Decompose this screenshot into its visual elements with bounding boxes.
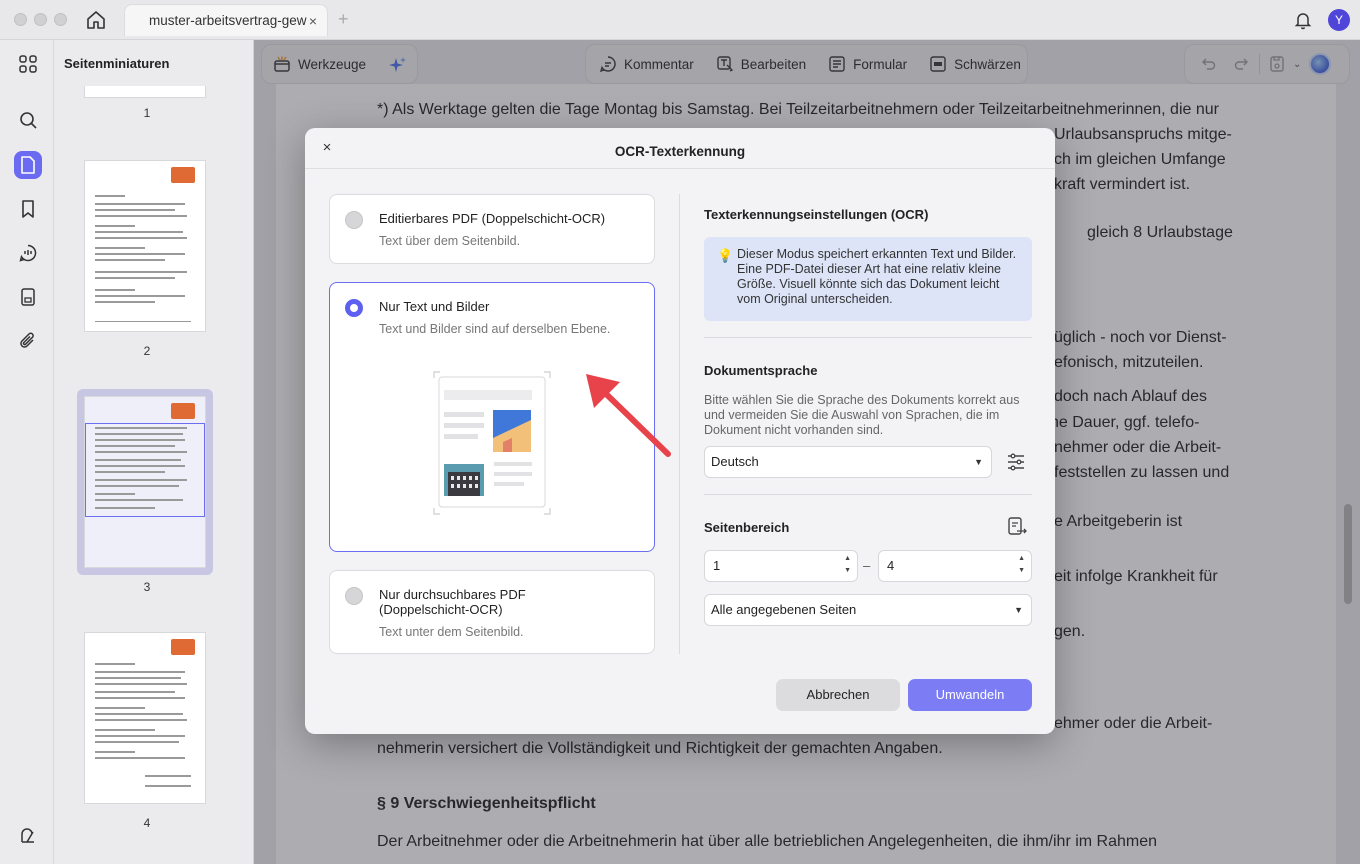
stepper-arrows-icon[interactable]: ▲ ▼ <box>844 553 851 577</box>
page-thumbnail-2[interactable] <box>84 160 206 332</box>
close-window-button[interactable] <box>14 13 27 26</box>
home-icon[interactable] <box>84 8 108 32</box>
language-select[interactable]: Deutsch ▼ <box>704 446 992 478</box>
lightbulb-icon: 💡 <box>717 248 734 263</box>
title-bar: muster-arbeitsvertrag-gew × + Y <box>0 0 1360 40</box>
thumbnail-panel: Seitenminiaturen 1 2 3 4 <box>54 40 302 864</box>
dialog-title: OCR-Texterkennung <box>614 144 746 159</box>
convert-button[interactable]: Umwandeln <box>908 679 1032 711</box>
annotation-arrow <box>586 374 671 457</box>
page-number-1: 1 <box>143 106 151 120</box>
page-number-4: 4 <box>143 816 151 830</box>
option-searchable-pdf-title: Nur durchsuchbares PDF (Doppelschicht-OC… <box>379 587 526 617</box>
cancel-button[interactable]: Abbrechen <box>776 679 900 711</box>
option-editable-pdf-subtitle: Text über dem Seitenbild. <box>379 234 521 248</box>
search-icon[interactable] <box>14 106 42 134</box>
page-range-to-value: 4 <box>887 558 895 573</box>
language-title: Dokumentsprache <box>704 363 818 378</box>
stepper-arrows-icon[interactable]: ▲ ▼ <box>1018 553 1025 577</box>
zoom-window-button[interactable] <box>54 13 67 26</box>
page-range-swap-icon[interactable] <box>1006 516 1028 538</box>
sidebar-toggle-icon[interactable] <box>14 822 42 850</box>
comment-icon[interactable] <box>14 239 42 267</box>
page-icon[interactable] <box>14 151 42 179</box>
paperclip-icon[interactable] <box>14 327 42 355</box>
company-logo <box>171 639 195 655</box>
page-number-2: 2 <box>143 344 151 358</box>
form-icon[interactable] <box>14 283 42 311</box>
company-logo <box>171 167 195 183</box>
option-editable-pdf-title: Editierbares PDF (Doppelschicht-OCR) <box>379 211 606 226</box>
dropdown-arrow-icon: ▼ <box>974 457 983 467</box>
ocr-settings-title: Texterkennungseinstellungen (OCR) <box>704 207 929 222</box>
page-number-3: 3 <box>143 580 151 594</box>
option-text-and-images-subtitle: Text und Bilder sind auf derselben Ebene… <box>379 322 611 336</box>
divider <box>305 168 1055 169</box>
page-thumbnail-1[interactable] <box>84 86 206 98</box>
language-description: Bitte wählen Sie die Sprache des Dokumen… <box>704 393 1020 437</box>
option-text-and-images-radio[interactable] <box>345 299 363 317</box>
option-text-and-images-title: Nur Text und Bilder <box>379 299 490 314</box>
divider <box>704 494 1032 495</box>
language-select-value: Deutsch <box>711 454 759 469</box>
ocr-dialog: × OCR-Texterkennung Editierbares PDF (Do… <box>305 128 1055 734</box>
minimize-window-button[interactable] <box>34 13 47 26</box>
page-range-mode-select[interactable]: Alle angegebenen Seiten ▼ <box>704 594 1032 626</box>
language-settings-icon[interactable] <box>1005 452 1027 472</box>
ocr-illustration <box>430 368 554 518</box>
app-window: muster-arbeitsvertrag-gew × + Y Seitenmi… <box>0 0 1360 864</box>
range-separator: – <box>863 558 871 573</box>
dropdown-arrow-icon: ▼ <box>1014 605 1023 615</box>
option-searchable-pdf-radio[interactable] <box>345 587 363 605</box>
thumbnail-list: 1 2 3 4 <box>54 86 240 864</box>
page-thumbnail-3[interactable] <box>84 396 206 568</box>
option-searchable-pdf-subtitle: Text unter dem Seitenbild. <box>379 625 524 639</box>
info-text: Dieser Modus speichert erkannten Text un… <box>737 247 1017 306</box>
info-box: 💡 Dieser Modus speichert erkannten Text … <box>704 237 1032 321</box>
tab-close-icon[interactable]: × <box>309 5 317 36</box>
document-tab-title: muster-arbeitsvertrag-gew <box>149 13 307 28</box>
document-tab[interactable]: muster-arbeitsvertrag-gew × <box>124 4 328 36</box>
page-range-from-input[interactable]: 1 ▲ ▼ <box>704 550 858 582</box>
company-logo <box>171 403 195 419</box>
page-range-mode-value: Alle angegebenen Seiten <box>711 602 857 617</box>
page-range-to-input[interactable]: 4 ▲ ▼ <box>878 550 1032 582</box>
page-thumbnail-4[interactable] <box>84 632 206 804</box>
page-range-title: Seitenbereich <box>704 520 790 535</box>
left-rail <box>0 40 54 864</box>
option-searchable-pdf[interactable]: Nur durchsuchbares PDF (Doppelschicht-OC… <box>329 570 655 654</box>
page-range-from-value: 1 <box>713 558 721 573</box>
avatar[interactable]: Y <box>1328 9 1350 31</box>
bell-icon[interactable] <box>1293 10 1313 30</box>
new-tab-button[interactable]: + <box>338 9 349 30</box>
bookmark-icon[interactable] <box>14 195 42 223</box>
option-editable-pdf[interactable]: Editierbares PDF (Doppelschicht-OCR) Tex… <box>329 194 655 264</box>
option-editable-pdf-radio[interactable] <box>345 211 363 229</box>
divider <box>704 337 1032 338</box>
thumbnail-panel-title: Seitenminiaturen <box>64 56 170 71</box>
grid-icon[interactable] <box>14 50 42 78</box>
